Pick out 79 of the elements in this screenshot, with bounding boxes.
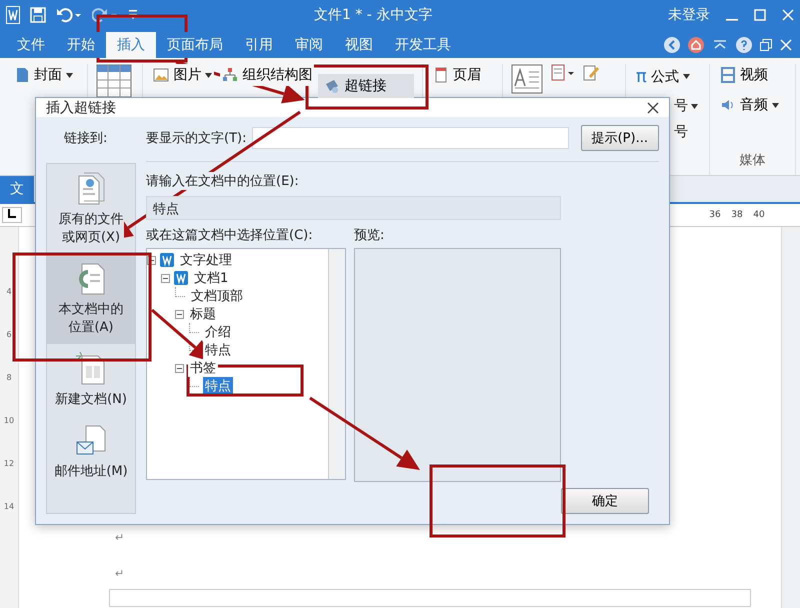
ruler-number: 14 — [4, 502, 14, 511]
field-label: 预览: — [354, 227, 386, 244]
link-target-item[interactable]: 原有的文件 或网页(X) — [47, 164, 135, 254]
ruler-number: 12 — [4, 459, 14, 468]
ruler-number: 38 — [730, 210, 744, 220]
window-title: 文件1 * - 永中文字 — [314, 6, 434, 24]
link-target-item[interactable]: 新建文档(N) — [47, 344, 135, 416]
caret-icon[interactable] — [690, 104, 698, 108]
ribbon-label: 号 — [674, 123, 689, 141]
ruler-number: 36 — [708, 210, 722, 220]
close-icon[interactable] — [647, 102, 659, 114]
restore-icon[interactable] — [760, 39, 772, 51]
caret-icon[interactable] — [205, 72, 212, 78]
new-document-icon — [76, 352, 106, 386]
horizontal-scrollbar[interactable] — [109, 589, 751, 607]
ok-button[interactable]: 确定 — [561, 488, 649, 514]
tree-item[interactable]: 特点 — [203, 377, 233, 395]
org-chart-icon — [222, 67, 238, 83]
caret-icon[interactable] — [682, 74, 690, 79]
ruler-number: 4 — [6, 287, 12, 296]
caret-icon[interactable] — [66, 72, 73, 78]
app-logo-icon — [6, 6, 20, 24]
document-icon — [160, 253, 174, 267]
paragraph-mark: ↵ — [115, 567, 124, 580]
document-arrow-icon — [76, 262, 106, 296]
hyperlink-button[interactable]: 超链接 — [318, 74, 414, 98]
tip-button[interactable]: 提示(P)... — [580, 125, 659, 151]
speaker-icon — [720, 97, 736, 113]
collapse-toggle[interactable] — [175, 364, 184, 372]
redo-icon[interactable] — [92, 7, 118, 23]
caret-icon[interactable] — [772, 102, 779, 108]
paragraph-mark: ↵ — [115, 531, 124, 544]
help-icon[interactable] — [736, 37, 752, 53]
ruler-number: 8 — [6, 373, 12, 382]
maximize-icon[interactable] — [754, 9, 766, 21]
page-number-icon[interactable] — [551, 64, 576, 82]
org-chart-button[interactable]: 组织结构图 — [220, 64, 314, 86]
ruler-number: 40 — [752, 210, 766, 220]
tab-stop-icon[interactable] — [2, 207, 22, 223]
tree-item[interactable]: 书签 — [188, 359, 218, 377]
location-field[interactable]: 特点 — [146, 196, 561, 220]
link-target-item[interactable]: 邮件地址(M) — [47, 416, 135, 488]
ruler-number: 6 — [6, 330, 12, 339]
link-target-item[interactable]: 本文档中的 位置(A) — [47, 254, 135, 344]
page-icon — [433, 67, 450, 83]
pi-icon: π — [636, 66, 647, 87]
display-text-field[interactable] — [252, 127, 569, 149]
page-icon — [14, 67, 30, 83]
table-icon[interactable] — [96, 64, 132, 98]
tree-item[interactable]: 介绍 — [203, 323, 233, 341]
tree-item[interactable]: 文档1 — [192, 269, 230, 287]
undo-icon[interactable] — [56, 7, 82, 23]
save-icon[interactable] — [30, 7, 46, 23]
account-status[interactable]: 未登录 — [668, 6, 710, 24]
home-icon[interactable] — [688, 37, 704, 53]
tree-scrollbar[interactable] — [328, 249, 345, 479]
field-label: 链接到: — [63, 130, 108, 148]
collapse-toggle[interactable] — [161, 274, 170, 282]
tree-item[interactable]: 特点 — [203, 341, 233, 359]
menu-tab[interactable]: 插入 — [106, 32, 156, 58]
document-globe-icon — [76, 172, 106, 206]
text-box-icon[interactable] — [511, 64, 544, 94]
edit-icon[interactable] — [583, 64, 600, 82]
dialog-title: 插入超链接 — [46, 98, 116, 116]
field-label: 或在这篇文档中选择位置(C): — [146, 226, 313, 244]
group-label: 媒体 — [738, 152, 766, 169]
back-icon[interactable] — [664, 37, 680, 53]
field-label: 要显示的文字(T): — [146, 130, 246, 147]
document-icon — [174, 271, 188, 285]
picture-icon — [153, 67, 170, 83]
ruler-number: 10 — [4, 416, 14, 425]
ribbon-label: 号 — [674, 97, 688, 115]
field-label: 请输入在文档中的位置(E): — [146, 172, 299, 190]
tree-item[interactable]: 标题 — [188, 305, 218, 323]
collapse-toggle[interactable] — [175, 310, 184, 318]
document-tab[interactable]: 文 — [0, 176, 34, 202]
vertical-scrollbar[interactable] — [781, 227, 800, 608]
tree-item[interactable]: 文字处理 — [178, 251, 234, 269]
tree-item[interactable]: 文档顶部 — [189, 287, 245, 305]
